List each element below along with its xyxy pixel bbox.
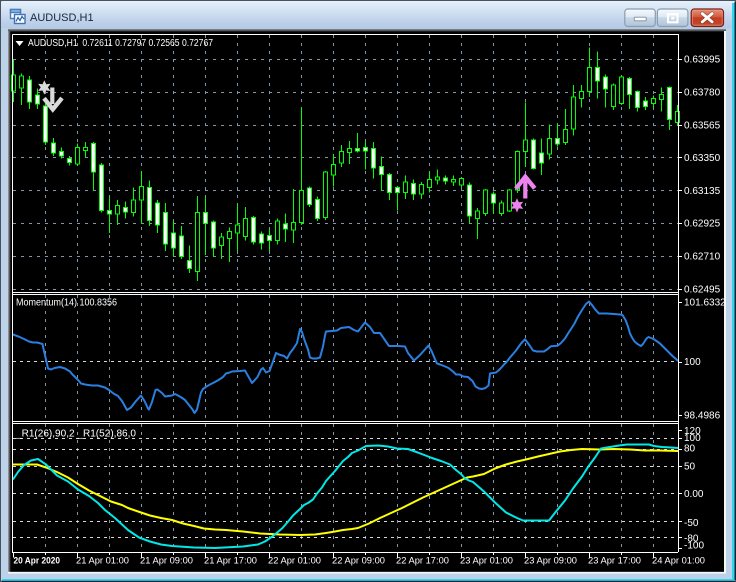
svg-text:0.63135: 0.63135 [684,186,721,197]
svg-text:80: 80 [684,444,696,455]
svg-text:23 Apr 09:00: 23 Apr 09:00 [524,556,577,567]
svg-text:22 Apr 01:00: 22 Apr 01:00 [268,556,321,567]
svg-text:0.63780: 0.63780 [684,88,721,99]
svg-text:_R1(26),90,2 _R1(52),86,0: _R1(26),90,2 _R1(52),86,0 [15,429,136,440]
svg-text:100: 100 [684,433,701,444]
svg-text:0.62495: 0.62495 [684,284,721,295]
svg-text:22 Apr 09:00: 22 Apr 09:00 [332,556,385,567]
svg-text:24 Apr 01:00: 24 Apr 01:00 [652,556,705,567]
svg-text:-100: -100 [684,541,704,552]
svg-text:0.62925: 0.62925 [684,219,721,230]
svg-text:21 Apr 09:00: 21 Apr 09:00 [140,556,193,567]
svg-text:AUDUSD,H1 0.72611 0.72797 0.7: AUDUSD,H1 0.72611 0.72797 0.72565 0.7276… [28,38,213,49]
svg-text:-50: -50 [684,518,699,529]
svg-text:0.62710: 0.62710 [684,252,721,263]
svg-text:100: 100 [684,357,701,368]
svg-text:98.4986: 98.4986 [684,411,721,422]
svg-text:0.00: 0.00 [684,489,704,500]
svg-text:22 Apr 17:00: 22 Apr 17:00 [396,556,449,567]
svg-text:20 Apr 2020: 20 Apr 2020 [14,556,61,567]
svg-text:50: 50 [684,462,696,473]
svg-text:23 Apr 01:00: 23 Apr 01:00 [460,556,513,567]
svg-text:Momentum(14) 100.8356: Momentum(14) 100.8356 [16,298,117,309]
svg-text:0.63995: 0.63995 [684,55,721,66]
svg-text:21 Apr 01:00: 21 Apr 01:00 [76,556,129,567]
svg-text:101.6332: 101.6332 [684,298,726,309]
svg-text:23 Apr 17:00: 23 Apr 17:00 [588,556,641,567]
svg-text:21 Apr 17:00: 21 Apr 17:00 [204,556,257,567]
svg-text:0.63565: 0.63565 [684,120,721,131]
svg-text:0.63350: 0.63350 [684,153,721,164]
svg-text:AUDUSD,H1: AUDUSD,H1 [30,12,94,24]
